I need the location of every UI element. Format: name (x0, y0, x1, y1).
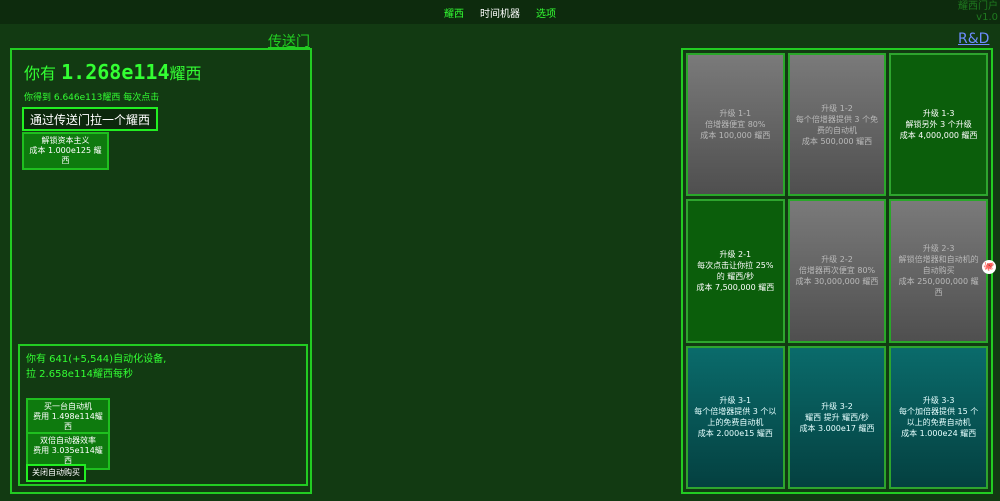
yoshi-unit: 耀西 (169, 64, 202, 83)
upgrade-cost: 成本 3.000e17 耀西 (799, 423, 875, 433)
upgrade-2-1[interactable]: 升级 2-1 每次点击让你拉 25% 的 耀西/秒 成本 7,500,000 耀… (686, 199, 785, 343)
upgrade-title: 升级 3-3 (922, 396, 955, 406)
portal-panel: 你有 1.268e114耀西 你得到 6.646e113耀西 每次点击 通过传送… (10, 48, 312, 494)
tab-yoshi[interactable]: 耀西 (444, 5, 464, 20)
upgrade-title: 升级 2-1 (719, 249, 752, 259)
upgrade-title: 升级 1-3 (922, 109, 955, 119)
automation-text: 你有 641(+5,544)自动化设备, 拉 2.658e114耀西每秒 (26, 352, 166, 382)
buy-automator-label: 买一台自动机 (44, 402, 92, 411)
app-title: 耀西门户 (958, 1, 998, 12)
upgrade-desc: 每个倍增器提供 3 个以上的免费自动机 (694, 407, 777, 428)
upgrade-title: 升级 1-2 (821, 103, 853, 113)
upgrade-2-3[interactable]: 升级 2-3 解锁倍增器和自动机的自动购买 成本 250,000,000 耀西 (889, 199, 988, 343)
tab-options[interactable]: 选项 (536, 5, 556, 20)
unlock-label: 解锁资本主义 (41, 136, 90, 145)
upgrade-1-3[interactable]: 升级 1-3 解锁另外 3 个升级 成本 4,000,000 耀西 (889, 53, 988, 197)
upgrade-cost: 成本 2.000e15 耀西 (697, 429, 773, 439)
upgrade-3-1[interactable]: 升级 3-1 每个倍增器提供 3 个以上的免费自动机 成本 2.000e15 耀… (686, 345, 785, 489)
upgrade-desc: 解锁另外 3 个升级 (905, 120, 972, 130)
upgrade-desc: 倍增器便宜 80% (705, 120, 766, 130)
github-icon[interactable]: 🐙 (982, 260, 996, 274)
upgrade-desc: 每个加倍器提供 15 个以上的免费自动机 (899, 407, 979, 428)
upgrade-3-3[interactable]: 升级 3-3 每个加倍器提供 15 个以上的免费自动机 成本 1.000e24 … (889, 345, 988, 489)
upgrade-title: 升级 2-3 (922, 244, 955, 254)
tab-time-machine[interactable]: 时间机器 (480, 5, 520, 20)
double-automator-cost: 费用 3.035e114耀西 (33, 446, 103, 465)
unlock-cost: 成本 1.000e125 耀西 (29, 146, 102, 165)
upgrade-cost: 成本 1.000e24 耀西 (901, 429, 977, 439)
upgrade-2-2[interactable]: 升级 2-2 倍增器再次便宜 80% 成本 30,000,000 耀西 (787, 199, 887, 343)
upgrade-desc: 耀西 提升 耀西/秒 (805, 412, 869, 422)
you-have-label: 你有 (24, 64, 57, 83)
buy-automator-cost: 费用 1.498e114耀西 (33, 412, 103, 431)
upgrade-3-2[interactable]: 升级 3-2 耀西 提升 耀西/秒 成本 3.000e17 耀西 (787, 345, 887, 489)
upgrade-grid: 升级 1-1 倍增器便宜 80% 成本 100,000 耀西 升级 1-2 每个… (681, 48, 993, 494)
upgrade-cost: 成本 500,000 耀西 (801, 136, 873, 146)
app-version: v1.0 (976, 12, 998, 23)
upgrade-cost: 成本 250,000,000 耀西 (898, 277, 979, 298)
upgrade-title: 升级 1-1 (719, 109, 752, 119)
double-automator-label: 双倍自动器效率 (40, 436, 96, 445)
per-click-text: 你得到 6.646e113耀西 每次点击 (24, 93, 160, 103)
yoshi-amount: 1.268e114 (61, 60, 170, 84)
rd-title[interactable]: R&D (958, 31, 989, 47)
automation-rate: 拉 2.658e114耀西每秒 (26, 369, 134, 380)
upgrade-desc: 每个倍增器提供 3 个免费的自动机 (795, 114, 879, 135)
buy-automator-button[interactable]: 买一台自动机 费用 1.498e114耀西 (26, 398, 110, 436)
upgrade-cost: 成本 4,000,000 耀西 (899, 131, 978, 141)
upgrade-cost: 成本 30,000,000 耀西 (795, 277, 879, 287)
app-title-corner: 耀西门户 v1.0 (958, 1, 998, 23)
upgrade-desc: 解锁倍增器和自动机的自动购买 (898, 255, 979, 276)
unlock-capitalism-button[interactable]: 解锁资本主义 成本 1.000e125 耀西 (22, 132, 109, 170)
upgrade-cost: 成本 7,500,000 耀西 (696, 282, 775, 292)
upgrade-title: 升级 3-1 (719, 396, 752, 406)
toggle-autobuy-button[interactable]: 关闭自动购买 (26, 464, 86, 482)
upgrade-1-2[interactable]: 升级 1-2 每个倍增器提供 3 个免费的自动机 成本 500,000 耀西 (787, 53, 887, 197)
pull-yoshi-button[interactable]: 通过传送门拉一个耀西 (22, 107, 159, 131)
automation-count: 你有 641(+5,544)自动化设备, (26, 354, 167, 365)
yoshi-count: 你有 1.268e114耀西 (24, 60, 202, 84)
automation-box: 你有 641(+5,544)自动化设备, 拉 2.658e114耀西每秒 买一台… (18, 344, 308, 486)
upgrade-desc: 每次点击让你拉 25% 的 耀西/秒 (697, 260, 774, 281)
upgrade-title: 升级 2-2 (821, 255, 853, 265)
upgrade-desc: 倍增器再次便宜 80% (798, 266, 876, 276)
upgrade-1-1[interactable]: 升级 1-1 倍增器便宜 80% 成本 100,000 耀西 (686, 53, 785, 197)
upgrade-cost: 成本 100,000 耀西 (700, 131, 771, 141)
upgrade-title: 升级 3-2 (821, 401, 853, 411)
top-nav: 耀西 时间机器 选项 (0, 0, 1000, 24)
